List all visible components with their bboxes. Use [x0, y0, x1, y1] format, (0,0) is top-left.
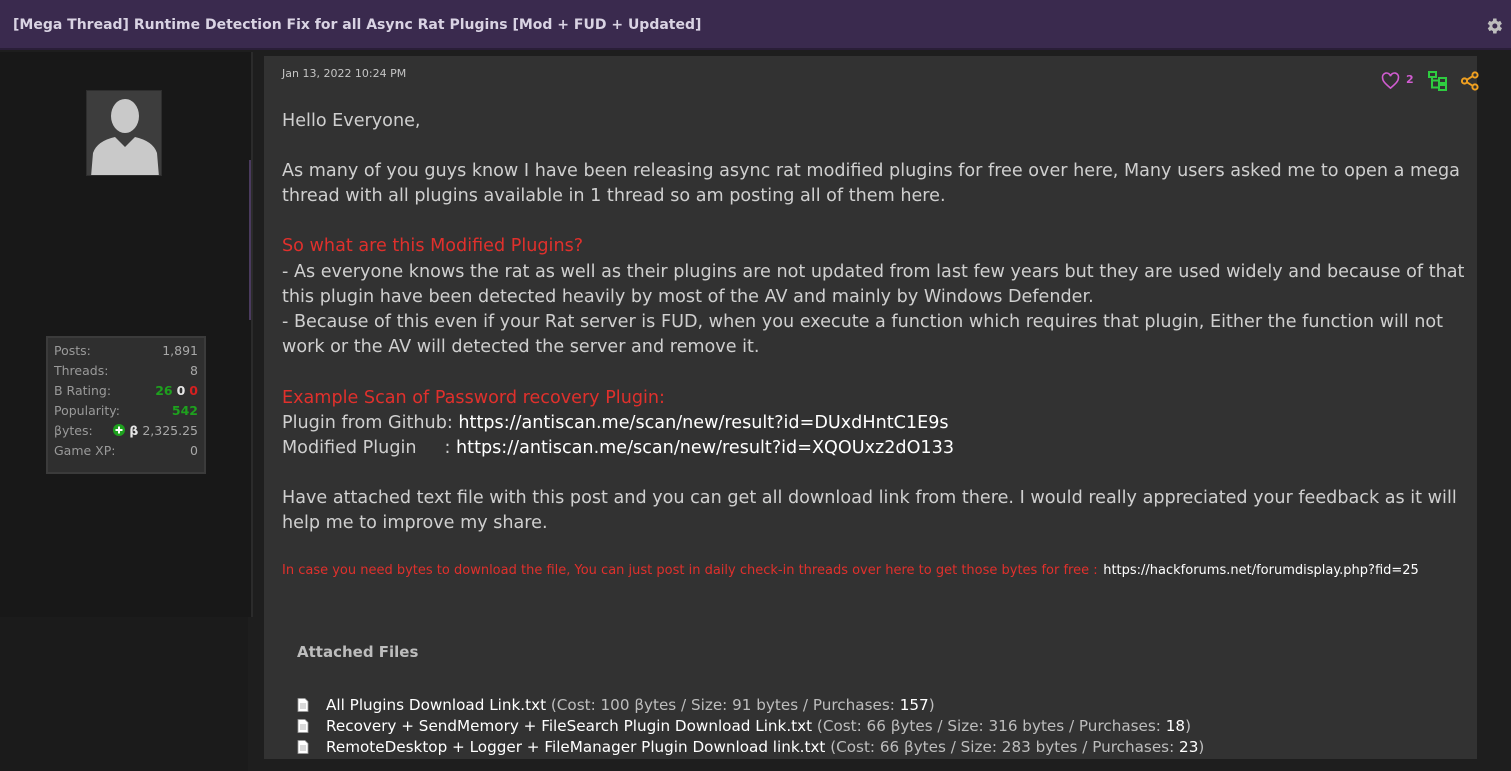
avatar-silhouette-icon: [87, 91, 161, 175]
stat-label: Posts:: [54, 343, 91, 358]
attachment-text: RemoteDesktop + Logger + FileManager Plu…: [326, 738, 1204, 756]
stat-threads: Threads: 8: [54, 363, 198, 383]
stat-label: βytes:: [54, 423, 93, 438]
like-count: 2: [1406, 73, 1414, 86]
share-icon[interactable]: [1460, 71, 1480, 91]
scan-line: Plugin from Github: https://antiscan.me/…: [282, 411, 1482, 436]
post-note: In case you need bytes to download the f…: [282, 557, 1482, 583]
stat-popularity: Popularity: 542: [54, 403, 198, 423]
section-heading: So what are this Modified Plugins?: [282, 236, 584, 256]
scan-link[interactable]: https://antiscan.me/scan/new/result?id=X…: [456, 438, 954, 458]
attachment-purchases: 157: [899, 696, 929, 714]
post-date[interactable]: Jan 13, 2022 10:24 PM: [282, 67, 406, 80]
stat-value[interactable]: 542: [172, 403, 198, 418]
attachment-meta: (Cost: 66 βytes / Size: 316 bytes / Purc…: [816, 717, 1161, 735]
heart-icon[interactable]: [1381, 72, 1400, 90]
attachment-close-paren: ): [1198, 738, 1205, 756]
thread-title: [Mega Thread] Runtime Detection Fix for …: [13, 17, 702, 33]
tree-icon[interactable]: [1428, 71, 1448, 91]
section-heading: Example Scan of Password recovery Plugin…: [282, 388, 665, 408]
scan-label: Plugin from Github:: [282, 413, 453, 433]
stat-b-rating: B Rating: 26 0 0: [54, 383, 198, 403]
b-rating-positive: 26: [155, 383, 173, 398]
post-closing: Have attached text file with this post a…: [282, 488, 1457, 533]
stat-value[interactable]: 8: [190, 363, 198, 378]
file-icon: [297, 740, 309, 754]
stat-value[interactable]: 1,891: [162, 343, 198, 358]
panel-divider: [249, 160, 251, 320]
attachment-purchases: 18: [1165, 717, 1186, 735]
thread-title-bar: [Mega Thread] Runtime Detection Fix for …: [0, 0, 1511, 50]
stat-label: Popularity:: [54, 403, 120, 418]
scan-label: Modified Plugin :: [282, 438, 451, 458]
bytes-symbol: β: [129, 423, 139, 438]
author-stats: Posts: 1,891 Threads: 8 B Rating: 26 0 0…: [46, 336, 206, 474]
attachment-link[interactable]: RemoteDesktop + Logger + FileManager Plu…: [326, 738, 825, 756]
attachment-link[interactable]: Recovery + SendMemory + FileSearch Plugi…: [326, 717, 812, 735]
attachment-purchases: 23: [1179, 738, 1199, 756]
scan-link[interactable]: https://antiscan.me/scan/new/result?id=D…: [458, 413, 948, 433]
stat-bytes: βytes: β 2,325.25: [54, 423, 198, 443]
b-rating-negative: 0: [189, 383, 198, 398]
stat-label: Threads:: [54, 363, 109, 378]
post-greeting: Hello Everyone,: [282, 111, 421, 131]
note-text: In case you need bytes to download the f…: [282, 563, 1098, 578]
avatar[interactable]: [86, 90, 162, 176]
post-intro: As many of you guys know I have been rel…: [282, 161, 1460, 206]
file-icon: [297, 698, 309, 712]
attachment-text: Recovery + SendMemory + FileSearch Plugi…: [326, 717, 1191, 735]
stat-label: B Rating:: [54, 383, 112, 398]
file-icon: [297, 719, 309, 733]
plus-icon[interactable]: [113, 424, 126, 436]
stat-game-xp: Game XP: 0: [54, 443, 198, 463]
b-rating-values[interactable]: 26 0 0: [155, 383, 198, 398]
b-rating-neutral: 0: [176, 383, 186, 398]
bytes-value-group: β 2,325.25: [113, 423, 198, 438]
attachment-link[interactable]: All Plugins Download Link.txt: [326, 696, 546, 714]
stat-value: 0: [190, 443, 198, 458]
stat-posts: Posts: 1,891: [54, 343, 198, 363]
scan-line: Modified Plugin : https://antiscan.me/sc…: [282, 436, 1482, 461]
post-paragraph: - As everyone knows the rat as well as t…: [282, 262, 1465, 307]
post-body: Jan 13, 2022 10:24 PM 2 Hello Everyone, …: [264, 56, 1480, 759]
attachment-text: All Plugins Download Link.txt (Cost: 100…: [326, 696, 935, 714]
post-paragraph: - Because of this even if your Rat serve…: [282, 312, 1444, 357]
stat-value: 2,325.25: [142, 423, 198, 438]
note-link[interactable]: https://hackforums.net/forumdisplay.php?…: [1103, 563, 1419, 578]
attachment-meta: (Cost: 66 βytes / Size: 283 bytes / Purc…: [830, 738, 1175, 756]
stat-label: Game XP:: [54, 443, 116, 458]
gear-icon[interactable]: [1484, 16, 1504, 36]
attached-files-title: Attached Files: [297, 643, 419, 661]
attachment-meta: (Cost: 100 βytes / Size: 91 bytes / Purc…: [550, 696, 895, 714]
attachment-close-paren: ): [928, 696, 935, 714]
attachment-close-paren: ): [1185, 717, 1192, 735]
